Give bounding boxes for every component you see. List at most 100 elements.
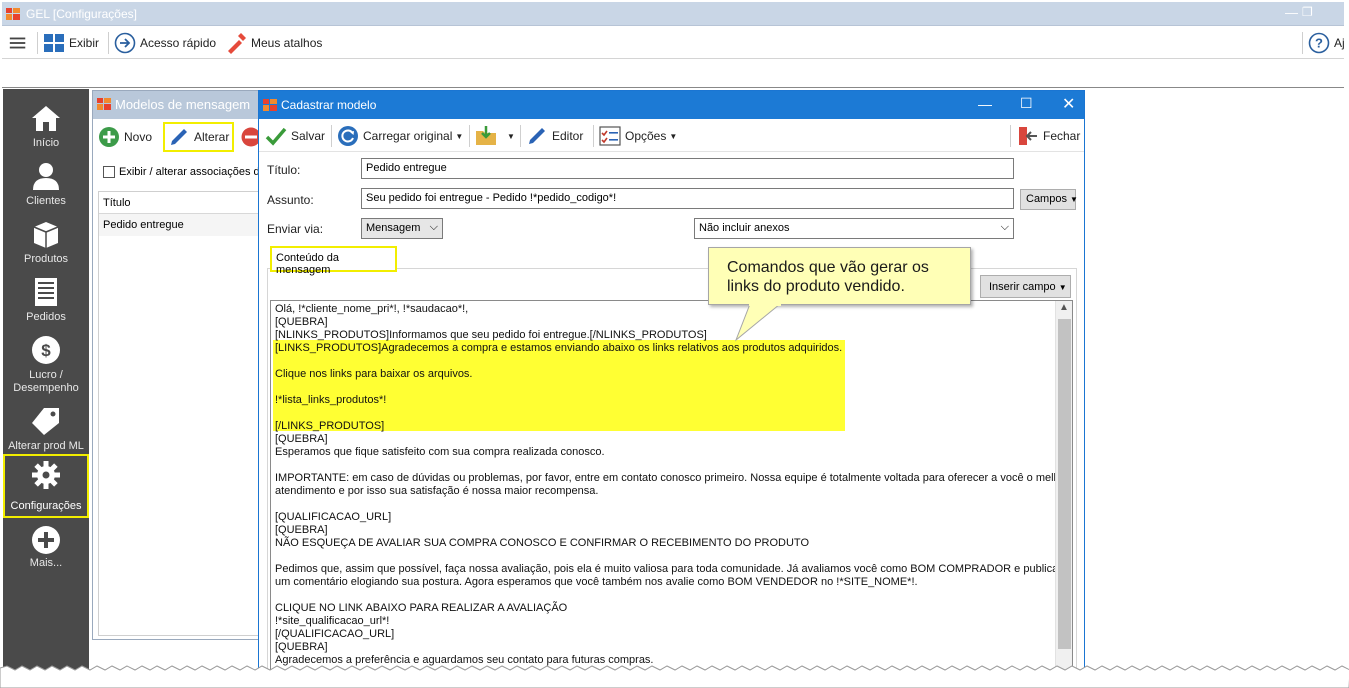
sidebar-item-pedidos[interactable]: Pedidos [3, 271, 89, 329]
svg-text:$: $ [41, 341, 51, 360]
alterar-label: Alterar [194, 130, 230, 144]
callout-note: Comandos que vão gerar os links do produ… [708, 247, 971, 305]
sidebar-item-alterar-prod-ml[interactable]: Alterar prod ML [3, 400, 89, 458]
titulo-input[interactable]: Pedido entregue [361, 158, 1014, 179]
callout-line-2: links do produto vendido. [727, 278, 905, 295]
editor-line: [QUEBRA] [275, 524, 328, 536]
minimize-icon[interactable]: — [978, 96, 992, 112]
anexos-select[interactable]: Não incluir anexos ⌵ [694, 218, 1014, 239]
acesso-rapido-button[interactable]: Acesso rápido [114, 27, 216, 59]
pencil-icon [171, 129, 187, 145]
inserir-campo-label: Inserir campo [989, 281, 1056, 293]
import-button[interactable]: ▼ [475, 120, 515, 152]
dollar-icon: $ [32, 336, 60, 364]
editor-scrollbar[interactable]: ▲ [1055, 301, 1072, 679]
tag-icon [32, 408, 59, 435]
carregar-original-label: Carregar original [363, 129, 453, 143]
plus-circle-icon [32, 526, 60, 554]
chevron-down-icon: ⌵ [429, 221, 438, 233]
message-editor[interactable]: Olá, !*cliente_nome_pri*!, !*saudacao*!,… [270, 300, 1073, 680]
sidebar-item-mais[interactable]: Mais... [3, 519, 89, 577]
exibir-associacoes-label: Exibir / alterar associações d [119, 166, 260, 178]
sidebar-item-label: Lucro / [29, 369, 63, 381]
editor-line: !*site_qualificacao_url*! [275, 615, 390, 627]
campos-label: Campos [1026, 193, 1067, 205]
titulo-label: Título: [267, 163, 301, 177]
campos-button[interactable]: Campos ▼ [1020, 189, 1078, 210]
refresh-icon [338, 126, 358, 146]
exibir-button[interactable]: Exibir [43, 27, 99, 59]
inserir-campo-button[interactable]: Inserir campo ▼ [980, 275, 1071, 298]
pin-icon [228, 33, 246, 54]
app-logo-icon [6, 8, 20, 20]
sidebar-item-label: Clientes [26, 195, 66, 207]
editor-label: Editor [552, 129, 584, 143]
main-strip [2, 60, 1344, 88]
sidebar-item-clientes[interactable]: Clientes [3, 155, 89, 213]
editor-line: Pedimos que, assim que possível, faça no… [275, 563, 1073, 575]
meus-atalhos-label: Meus atalhos [251, 36, 323, 50]
exit-door-icon [1019, 127, 1037, 145]
dialog-toolbar: Salvar Carregar original ▼ ▼ Editor Opçõ… [259, 120, 1084, 152]
cadastrar-modelo-dialog: Cadastrar modelo — ☐ ✕ Salvar Carregar o… [258, 90, 1085, 680]
novo-label: Novo [124, 130, 153, 144]
checkbox-box[interactable] [103, 166, 115, 178]
close-icon[interactable]: ✕ [1062, 94, 1075, 114]
opcoes-button[interactable]: Opções ▼ [599, 120, 677, 152]
minimize-icon[interactable]: — [1285, 5, 1298, 20]
sidebar-item-label: Pedidos [26, 311, 66, 323]
editor-line: [NLINKS_PRODUTOS]Informamos que seu pedi… [275, 329, 707, 341]
carregar-original-button[interactable]: Carregar original ▼ [337, 120, 463, 152]
pencil-icon [529, 128, 545, 144]
meus-atalhos-button[interactable]: Meus atalhos [225, 27, 322, 59]
editor-line: NÃO ESQUEÇA DE AVALIAR SUA COMPRA CONOSC… [275, 537, 809, 549]
main-toolbar: Exibir Acesso rápido Meus atalhos ? Aj [2, 27, 1345, 59]
sidebar-item-inicio[interactable]: Início [3, 97, 89, 155]
opcoes-label: Opções [625, 129, 667, 143]
scrollbar-thumb[interactable] [1058, 319, 1071, 649]
novo-button[interactable]: Novo [98, 121, 152, 153]
main-window-titlebar: GEL [Configurações] — ❐ [2, 2, 1344, 26]
restore-icon[interactable]: ❐ [1302, 5, 1313, 19]
salvar-button[interactable]: Salvar [265, 120, 325, 152]
salvar-label: Salvar [291, 129, 326, 143]
editor-button[interactable]: Editor [526, 120, 583, 152]
editor-line: [QUEBRA] [275, 433, 328, 445]
svg-text:?: ? [1315, 36, 1323, 51]
dropdown-arrow-icon: ▼ [455, 131, 464, 141]
arrow-circle-icon [114, 32, 136, 54]
modelos-panel: Modelos de mensagem Novo Alterar Exibir … [92, 90, 262, 640]
maximize-icon[interactable]: ☐ [1020, 95, 1033, 112]
dropdown-arrow-icon: ▼ [669, 131, 678, 141]
sidebar-item-configuracoes[interactable]: Configurações [3, 454, 89, 518]
assunto-input[interactable]: Seu pedido foi entregue - Pedido !*pedid… [361, 188, 1014, 209]
grid-view-icon [44, 34, 64, 52]
editor-line: CLIQUE NO LINK ABAIXO PARA REALIZAR A AV… [275, 602, 568, 614]
home-icon [32, 106, 60, 131]
column-header-titulo[interactable]: Título [99, 192, 258, 214]
enviar-via-select[interactable]: Mensagem ⌵ [361, 218, 443, 239]
sidebar-item-lucro[interactable]: $ Lucro / Desempenho [3, 329, 89, 399]
table-row[interactable]: Pedido entregue [99, 214, 258, 236]
exibir-associacoes-checkbox[interactable]: Exibir / alterar associações d [103, 166, 260, 178]
tab-conteudo-mensagem[interactable]: Conteúdo da mensagem [270, 246, 397, 276]
scroll-up-icon[interactable]: ▲ [1059, 302, 1069, 313]
sidebar-item-label: Alterar prod ML [8, 440, 84, 452]
folder-import-icon [476, 126, 496, 145]
editor-line: Clique nos links para baixar os arquivos… [275, 368, 473, 380]
sidebar-item-produtos[interactable]: Produtos [3, 213, 89, 271]
checklist-icon [599, 126, 621, 146]
box-icon [33, 222, 59, 248]
editor-line: um comentário elogiando sua postura. Ago… [275, 576, 918, 588]
editor-line: [QUEBRA] [275, 641, 328, 653]
fechar-button[interactable]: Fechar [1017, 120, 1080, 152]
editor-line: atendimento e por isso sua satisfação é … [275, 485, 599, 497]
dialog-title: Cadastrar modelo [281, 98, 377, 112]
hamburger-menu-button[interactable] [8, 27, 32, 59]
alterar-button[interactable]: Alterar [163, 122, 235, 152]
fechar-label: Fechar [1043, 129, 1081, 143]
hamburger-icon [9, 37, 26, 49]
modelos-title: Modelos de mensagem [115, 97, 251, 112]
editor-line: !*lista_links_produtos*! [275, 394, 387, 406]
help-button[interactable]: ? Aj [1308, 27, 1345, 59]
